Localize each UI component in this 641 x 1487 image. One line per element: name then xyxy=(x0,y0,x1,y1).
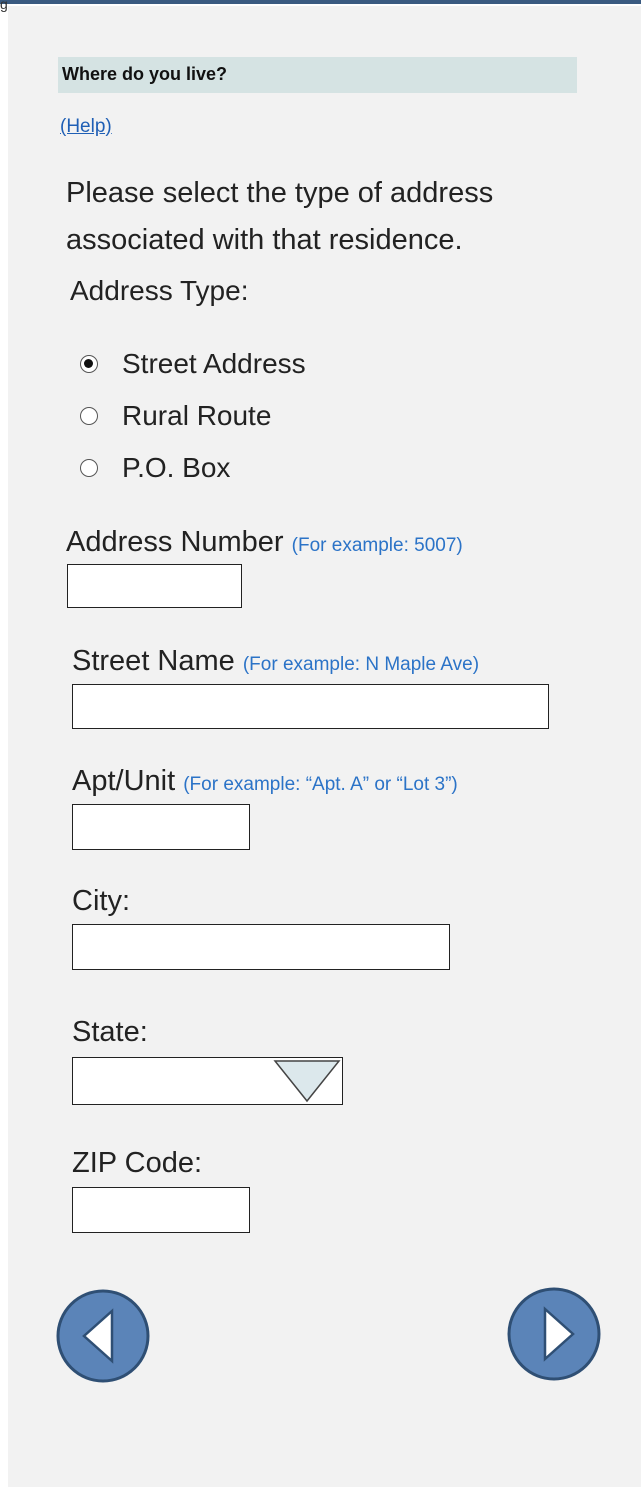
address-type-label: Address Type: xyxy=(70,275,249,306)
question-heading: Where do you live? xyxy=(62,64,228,84)
top-border xyxy=(0,0,641,4)
zip-input[interactable] xyxy=(72,1187,250,1233)
city-label: City: xyxy=(72,885,130,917)
apt-unit-hint: (For example: “Apt. A” or “Lot 3”) xyxy=(183,774,458,795)
help-link[interactable]: (Help) xyxy=(60,116,112,138)
radio-button[interactable] xyxy=(80,407,98,425)
radio-po-box[interactable]: P.O. Box xyxy=(80,448,230,488)
radio-button-checked[interactable] xyxy=(80,355,98,373)
radio-label: Street Address xyxy=(122,348,306,379)
radio-street-address[interactable]: Street Address xyxy=(80,344,306,384)
street-name-label-group: Street Name (For example: N Maple Ave) xyxy=(72,645,479,678)
street-name-label: Street Name xyxy=(72,645,235,677)
address-number-hint: (For example: 5007) xyxy=(291,535,463,556)
radio-button[interactable] xyxy=(80,459,98,477)
street-name-input[interactable] xyxy=(72,684,549,729)
city-input[interactable] xyxy=(72,924,450,970)
apt-unit-label: Apt/Unit xyxy=(72,765,176,797)
zip-label: ZIP Code: xyxy=(72,1147,203,1179)
dropdown-triangle-icon[interactable] xyxy=(272,1058,342,1103)
next-button[interactable] xyxy=(506,1286,602,1382)
address-number-label: Address Number xyxy=(66,526,284,558)
radio-rural-route[interactable]: Rural Route xyxy=(80,396,271,436)
top-edge-glyph: g xyxy=(0,0,8,12)
radio-label: P.O. Box xyxy=(122,452,231,483)
apt-unit-input[interactable] xyxy=(72,804,250,850)
instructions-text: Please select the type of address associ… xyxy=(66,177,494,256)
address-number-label-group: Address Number (For example: 5007) xyxy=(66,526,463,559)
apt-unit-label-group: Apt/Unit (For example: “Apt. A” or “Lot … xyxy=(72,765,458,798)
address-number-input[interactable] xyxy=(67,564,242,608)
state-label: State: xyxy=(72,1016,148,1048)
state-dropdown[interactable] xyxy=(72,1057,343,1105)
street-name-hint: (For example: N Maple Ave) xyxy=(242,654,480,675)
radio-label: Rural Route xyxy=(122,400,272,431)
back-button[interactable] xyxy=(55,1288,151,1384)
